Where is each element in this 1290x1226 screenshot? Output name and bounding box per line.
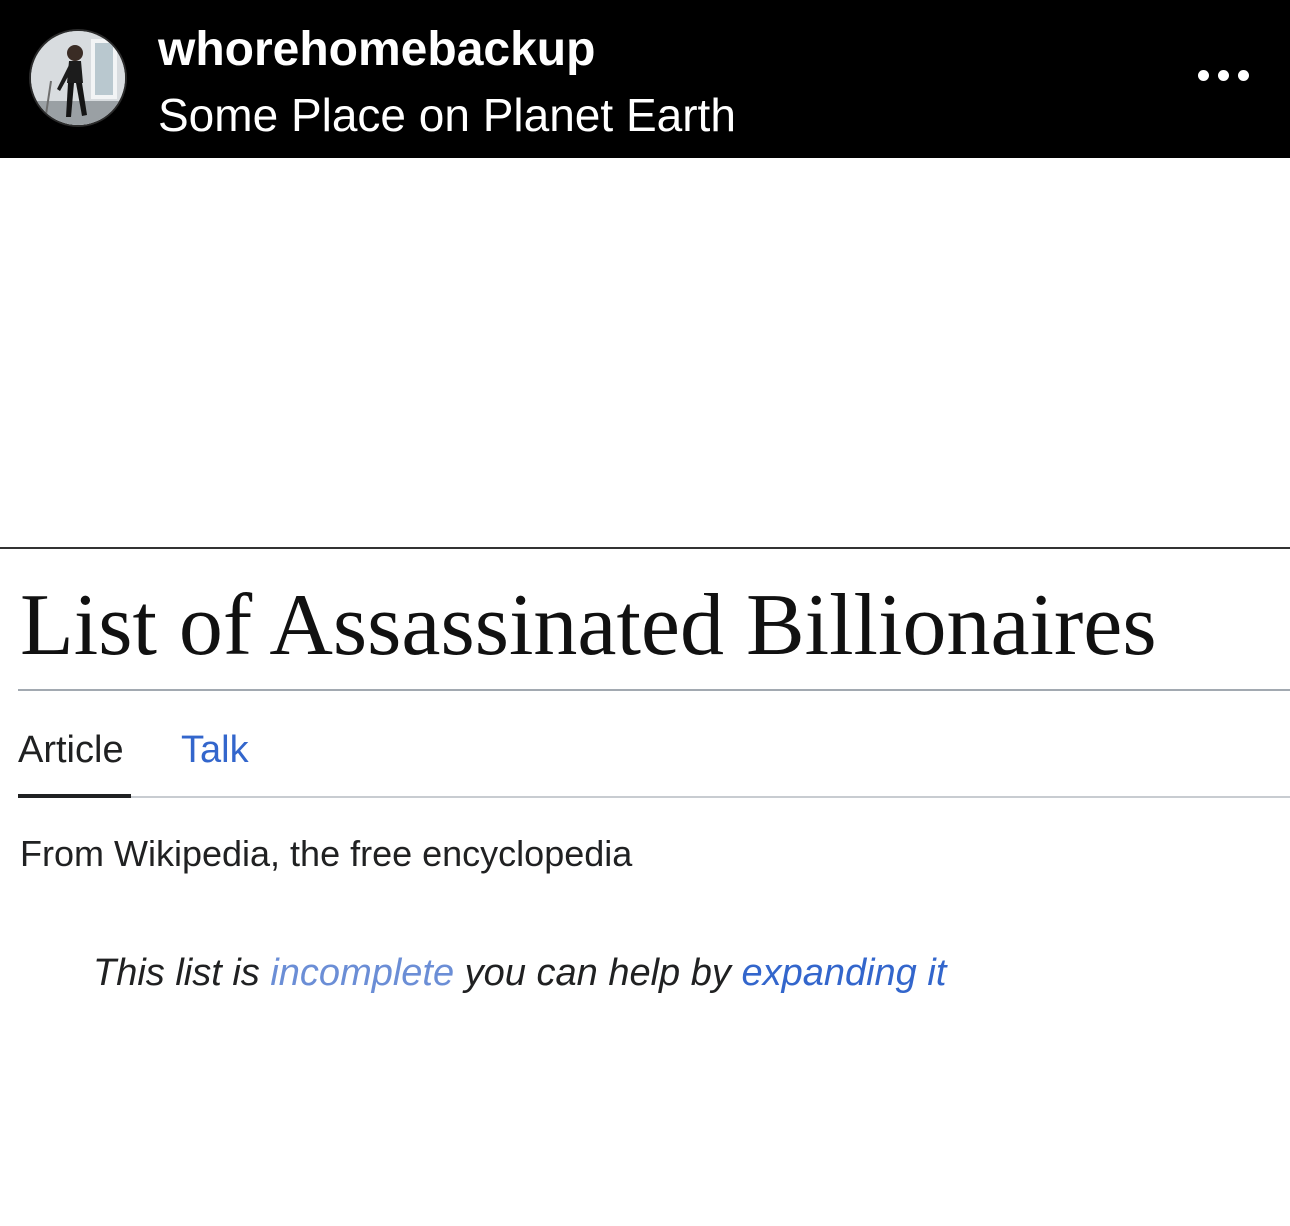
title-divider	[18, 689, 1290, 691]
site-tagline: From Wikipedia, the free encyclopedia	[20, 833, 633, 874]
hatnote-text-2: you can help by	[454, 952, 742, 994]
post-image: List of Assassinated Billionaires Articl…	[0, 158, 1290, 1226]
username[interactable]: whorehomebackup	[158, 22, 595, 78]
tab-article[interactable]: Article	[18, 726, 124, 774]
tab-talk[interactable]: Talk	[181, 726, 249, 774]
incomplete-link[interactable]: incomplete	[270, 952, 454, 994]
tabs-divider	[18, 796, 1290, 798]
hatnote: This list is incomplete you can help by …	[93, 948, 946, 998]
post-header: whorehomebackup Some Place on Planet Ear…	[0, 0, 1290, 158]
more-horizontal-icon[interactable]	[1196, 56, 1252, 96]
page-title: List of Assassinated Billionaires	[20, 577, 1157, 674]
tab-selected-indicator	[18, 794, 131, 798]
avatar[interactable]	[31, 31, 125, 125]
top-divider	[0, 547, 1290, 549]
hatnote-text-1: This list is	[93, 952, 271, 994]
location-label[interactable]: Some Place on Planet Earth	[158, 88, 736, 142]
expanding-it-link[interactable]: expanding it	[741, 952, 946, 994]
avatar-photo	[31, 31, 125, 125]
